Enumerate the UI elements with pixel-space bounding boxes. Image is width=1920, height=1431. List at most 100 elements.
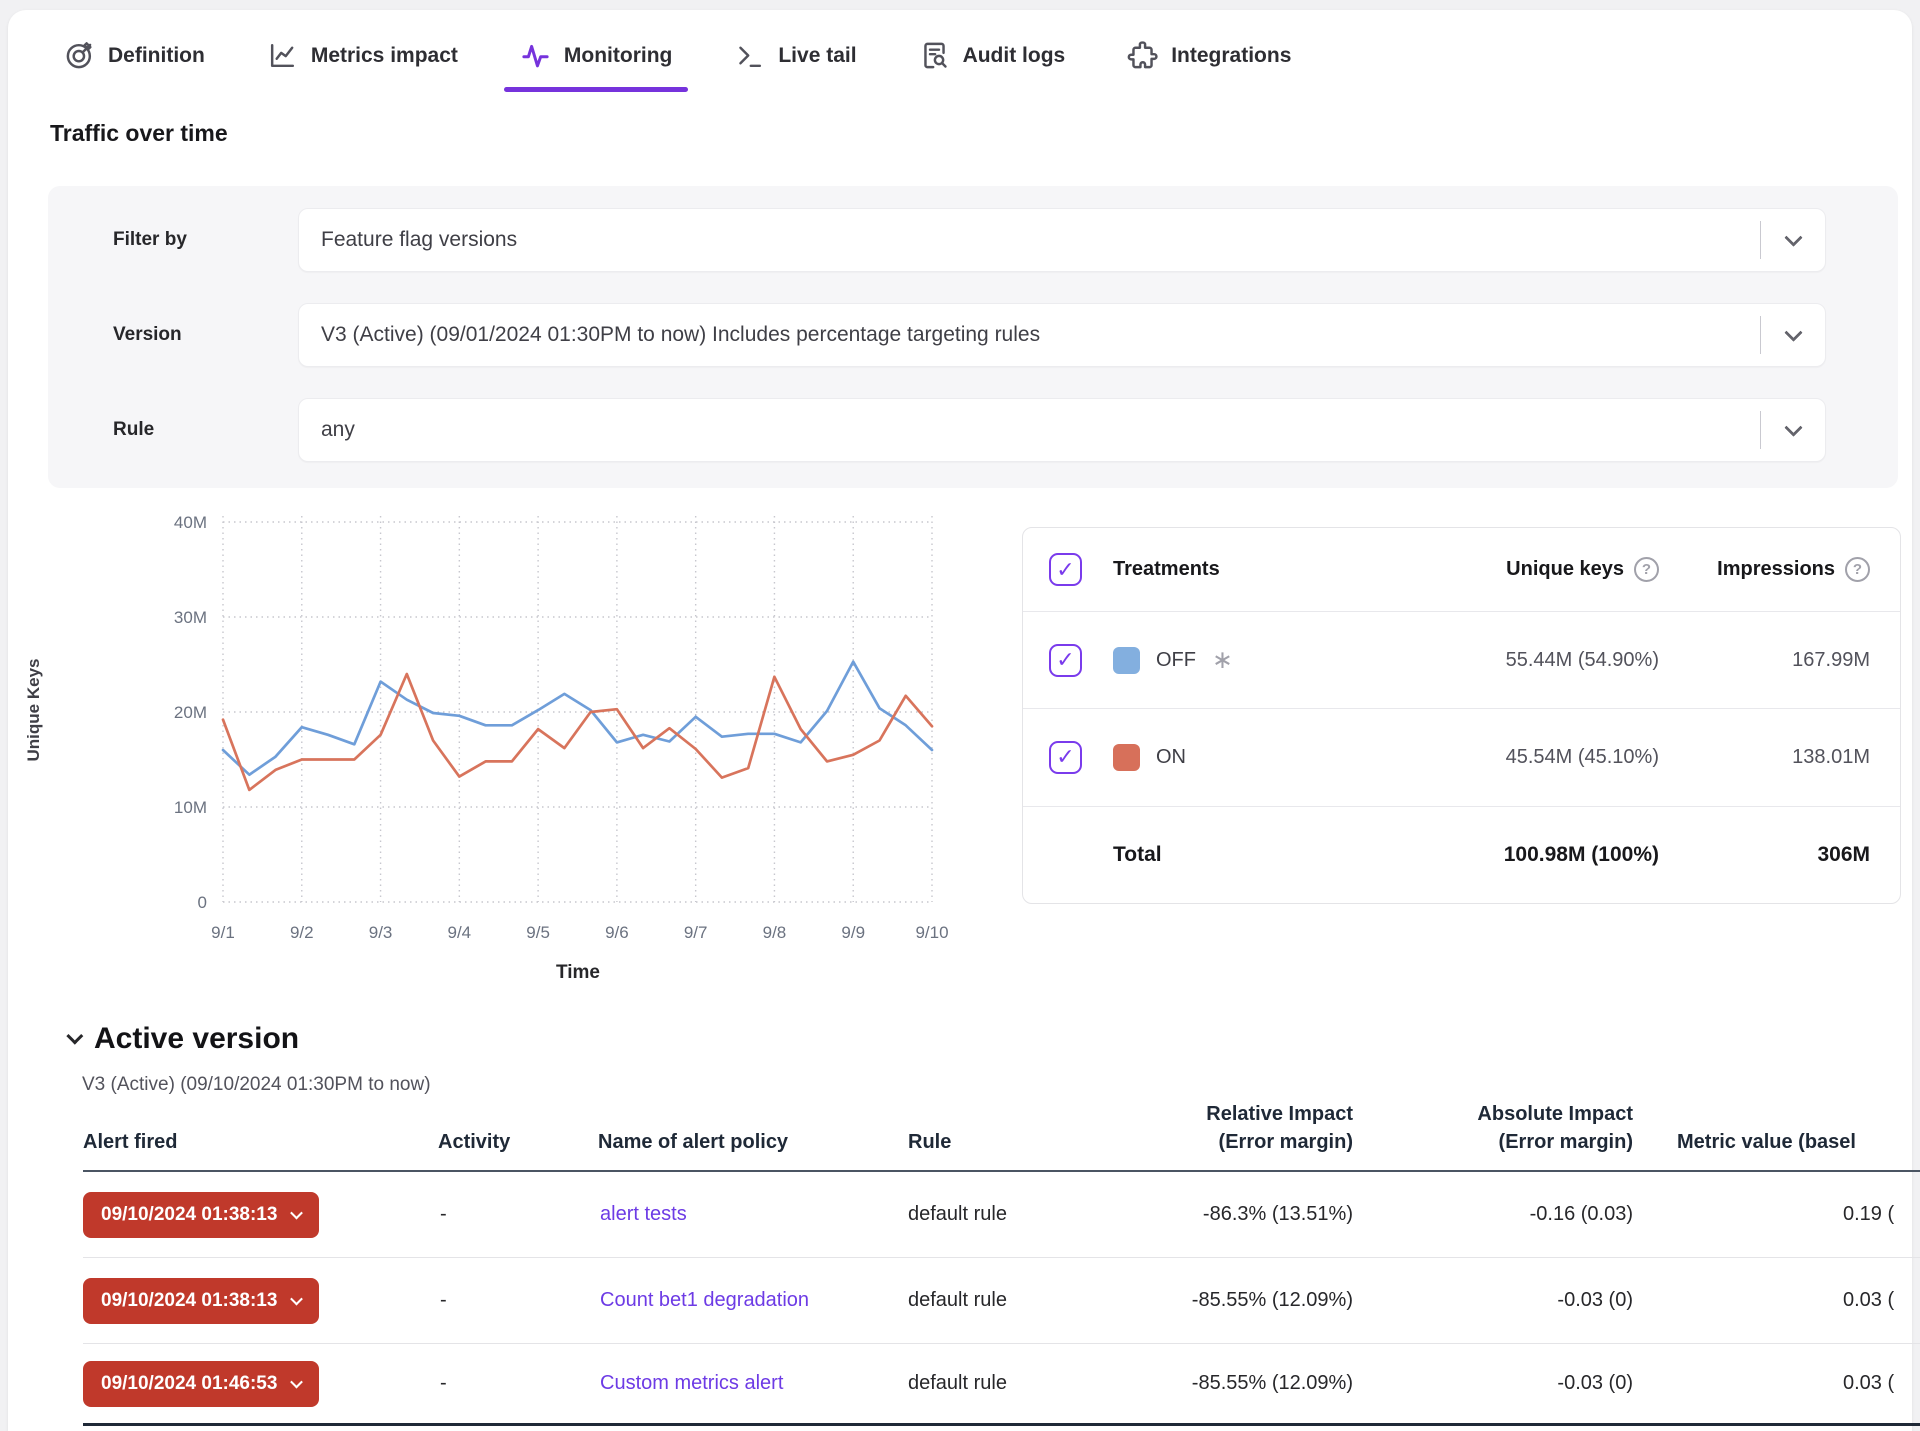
- filter-by-select[interactable]: Feature flag versions: [298, 208, 1826, 272]
- off-checkbox[interactable]: [1049, 644, 1082, 677]
- filter-by-label: Filter by: [113, 229, 298, 251]
- tab-audit-logs[interactable]: Audit logs: [919, 40, 1066, 71]
- alert-policy-link[interactable]: Custom metrics alert: [600, 1372, 783, 1394]
- alert-row: 09/10/2024 01:46:53 - Custom metrics ale…: [83, 1344, 1920, 1426]
- impressions-header: Impressions: [1659, 557, 1870, 582]
- relative-impact-line1: Relative Impact: [1206, 1103, 1353, 1125]
- alert-fired-badge[interactable]: 09/10/2024 01:38:13: [83, 1278, 319, 1324]
- absolute-impact-cell: -0.16 (0.03): [1353, 1203, 1633, 1226]
- tab-live-tail[interactable]: Live tail: [734, 40, 856, 71]
- svg-text:20M: 20M: [174, 703, 207, 722]
- svg-text:9/7: 9/7: [684, 923, 708, 942]
- alert-row: 09/10/2024 01:38:13 - alert tests defaul…: [83, 1172, 1920, 1258]
- version-select[interactable]: V3 (Active) (09/01/2024 01:30PM to now) …: [298, 303, 1826, 367]
- tab-label: Audit logs: [963, 44, 1066, 68]
- tab-label: Metrics impact: [311, 44, 458, 68]
- help-icon[interactable]: [1845, 557, 1870, 582]
- svg-text:10M: 10M: [174, 798, 207, 817]
- svg-text:40M: 40M: [174, 513, 207, 532]
- relative-impact-line2: (Error margin): [1219, 1131, 1353, 1153]
- y-axis-title: Unique Keys: [24, 659, 44, 762]
- col-alert-fired: Alert fired: [83, 1128, 428, 1156]
- tab-label: Monitoring: [564, 44, 672, 68]
- on-label: ON: [1156, 746, 1186, 769]
- svg-text:30M: 30M: [174, 608, 207, 627]
- tab-label: Integrations: [1171, 44, 1291, 68]
- traffic-line-chart: 010M20M30M40M9/19/29/39/49/59/69/79/89/9…: [60, 510, 980, 980]
- alert-fired-badge[interactable]: 09/10/2024 01:46:53: [83, 1361, 319, 1407]
- chart-line-icon: [267, 40, 298, 71]
- treatment-name: ON: [1113, 744, 1367, 771]
- help-icon[interactable]: [1634, 557, 1659, 582]
- treatments-total-row: Total 100.98M (100%) 306M: [1023, 807, 1900, 903]
- version-label: Version: [113, 324, 298, 346]
- treatment-name: OFF: [1113, 647, 1367, 674]
- document-search-icon: [919, 40, 950, 71]
- activity-cell: -: [428, 1203, 588, 1226]
- alerts-header-row: Alert fired Activity Name of alert polic…: [83, 1100, 1920, 1172]
- tab-integrations[interactable]: Integrations: [1127, 40, 1291, 71]
- svg-text:9/9: 9/9: [841, 923, 865, 942]
- alert-policy-link[interactable]: Count bet1 degradation: [600, 1289, 809, 1311]
- alert-fired-time: 09/10/2024 01:38:13: [101, 1204, 277, 1226]
- metric-value-cell: 0.19 (: [1633, 1203, 1920, 1226]
- main-panel: Definition Metrics impact Monitoring Liv…: [8, 10, 1912, 1431]
- active-version-title: Active version: [94, 1022, 299, 1056]
- filter-panel: Filter by Feature flag versions Version …: [48, 186, 1898, 488]
- metric-value-cell: 0.03 (: [1633, 1372, 1920, 1395]
- tab-metrics-impact[interactable]: Metrics impact: [267, 40, 458, 71]
- svg-text:9/10: 9/10: [915, 923, 948, 942]
- off-color-swatch: [1113, 647, 1140, 674]
- alert-policy-link[interactable]: alert tests: [600, 1203, 687, 1225]
- relative-impact-cell: -85.55% (12.09%): [1073, 1289, 1353, 1312]
- active-version-header[interactable]: Active version: [66, 1022, 299, 1056]
- unique-keys-header-label: Unique keys: [1506, 558, 1624, 581]
- chevron-down-icon[interactable]: [66, 1028, 83, 1045]
- col-rule: Rule: [908, 1128, 1073, 1156]
- absolute-impact-cell: -0.03 (0): [1353, 1372, 1633, 1395]
- rule-cell: default rule: [908, 1372, 1073, 1395]
- total-unique-keys: 100.98M (100%): [1367, 843, 1659, 867]
- activity-pulse-icon: [520, 40, 551, 71]
- treatment-row-on: ON 45.54M (45.10%) 138.01M: [1023, 709, 1900, 806]
- chevron-down-icon[interactable]: [1761, 424, 1825, 437]
- col-absolute-impact: Absolute Impact (Error margin): [1353, 1100, 1633, 1156]
- chevron-down-icon[interactable]: [1761, 329, 1825, 342]
- treatments-table: Treatments Unique keys Impressions OFF 5…: [1022, 527, 1901, 904]
- select-all-checkbox[interactable]: [1049, 553, 1082, 586]
- off-impressions: 167.99M: [1659, 649, 1870, 672]
- on-unique-keys: 45.54M (45.10%): [1367, 746, 1659, 769]
- on-color-swatch: [1113, 744, 1140, 771]
- asterisk-icon: [1212, 648, 1233, 673]
- treatments-header: Treatments: [1113, 558, 1367, 581]
- activity-cell: -: [428, 1372, 588, 1395]
- rule-select[interactable]: any: [298, 398, 1826, 462]
- filter-row-filter-by: Filter by Feature flag versions: [113, 208, 1866, 272]
- version-value: V3 (Active) (09/01/2024 01:30PM to now) …: [321, 323, 1760, 347]
- alert-fired-badge[interactable]: 09/10/2024 01:38:13: [83, 1192, 319, 1238]
- treatments-header-row: Treatments Unique keys Impressions: [1023, 528, 1900, 612]
- unique-keys-header: Unique keys: [1367, 557, 1659, 582]
- svg-text:9/5: 9/5: [526, 923, 550, 942]
- chevron-down-icon: [291, 1293, 304, 1306]
- terminal-icon: [734, 40, 765, 71]
- treatment-row-off: OFF 55.44M (54.90%) 167.99M: [1023, 612, 1900, 709]
- off-label: OFF: [1156, 649, 1196, 672]
- tab-bar: Definition Metrics impact Monitoring Liv…: [64, 40, 1291, 71]
- relative-impact-cell: -85.55% (12.09%): [1073, 1372, 1353, 1395]
- alert-fired-time: 09/10/2024 01:46:53: [101, 1373, 277, 1395]
- chevron-down-icon: [291, 1376, 304, 1389]
- rule-label: Rule: [113, 419, 298, 441]
- active-version-subtitle: V3 (Active) (09/10/2024 01:30PM to now): [82, 1074, 431, 1096]
- tab-monitoring[interactable]: Monitoring: [520, 40, 672, 71]
- edit-circle-icon: [64, 40, 95, 71]
- impressions-header-label: Impressions: [1717, 558, 1835, 581]
- tab-label: Definition: [108, 44, 205, 68]
- on-checkbox[interactable]: [1049, 741, 1082, 774]
- total-impressions: 306M: [1659, 843, 1870, 867]
- tab-definition[interactable]: Definition: [64, 40, 205, 71]
- total-label: Total: [1113, 843, 1367, 867]
- chevron-down-icon[interactable]: [1761, 234, 1825, 247]
- alert-row: 09/10/2024 01:38:13 - Count bet1 degrada…: [83, 1258, 1920, 1344]
- col-metric-value: Metric value (basel: [1633, 1128, 1920, 1156]
